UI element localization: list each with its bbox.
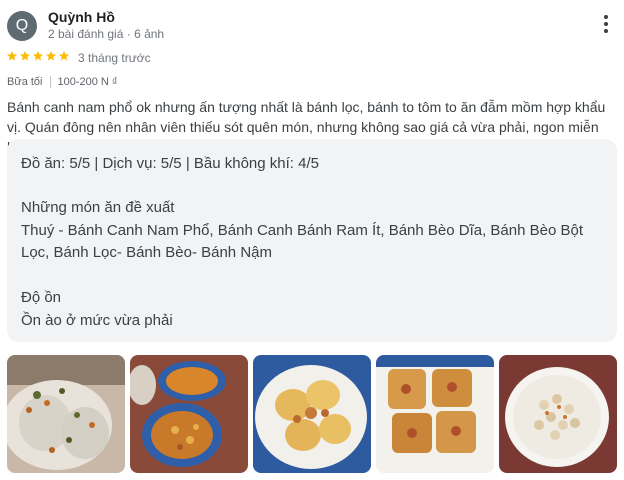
review-details-box: Đồ ăn: 5/5 | Dịch vụ: 5/5 | Bầu không kh… (7, 139, 617, 342)
recommended-dishes-line1: Thuý - Bánh Canh Nam Phổ, Bánh Canh Bánh… (21, 222, 584, 239)
review-tags: Bữa tối 100-200 N ₫ (7, 76, 118, 88)
review-photo[interactable] (499, 355, 617, 473)
star-icon (33, 51, 43, 61)
price-tag: 100-200 N ₫ (57, 76, 118, 88)
star-icon (59, 51, 69, 61)
review-time: 3 tháng trước (78, 51, 151, 65)
more-vertical-icon[interactable] (596, 12, 616, 36)
review-photo[interactable] (130, 355, 248, 473)
star-icon (20, 51, 30, 61)
reviewer-name[interactable]: Quỳnh Hồ (48, 9, 115, 25)
review-photo[interactable] (7, 355, 125, 473)
divider (49, 76, 51, 88)
noise-heading: Độ ồn (21, 289, 62, 306)
reviewer-meta: 2 bài đánh giá · 6 ảnh (48, 27, 165, 41)
meal-tag: Bữa tối (7, 76, 43, 88)
star-icon (7, 51, 17, 61)
scores-line: Đồ ăn: 5/5 | Dịch vụ: 5/5 | Bầu không kh… (21, 155, 319, 172)
avatar[interactable]: Q (7, 11, 37, 41)
review-photo[interactable] (253, 355, 371, 473)
noise-value: Ồn ào ở mức vừa phải (21, 312, 173, 329)
recommended-dishes-line2: Lọc, Bánh Lọc- Bánh Bèo- Bánh Nậm (21, 244, 272, 261)
recommended-heading: Những món ăn đề xuất (21, 199, 175, 216)
star-rating (6, 50, 70, 62)
star-icon (46, 51, 56, 61)
review-photo[interactable] (376, 355, 494, 473)
